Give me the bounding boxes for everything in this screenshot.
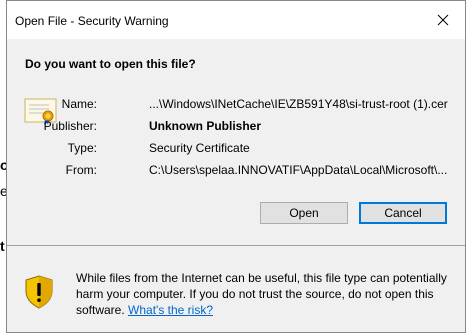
field-label: Type: — [67, 141, 97, 155]
close-button[interactable] — [421, 1, 465, 39]
field-label: From: — [65, 163, 97, 177]
cancel-button[interactable]: Cancel — [359, 202, 447, 224]
warning-message: While files from the Internet can be use… — [76, 270, 458, 318]
warning-shield-icon — [25, 275, 53, 309]
from-value: C:\Users\spelaa.INNOVATIF\AppData\Local\… — [149, 163, 448, 177]
dialog-title: Open File - Security Warning — [15, 14, 169, 28]
close-icon — [437, 14, 449, 26]
dialog-heading: Do you want to open this file? — [25, 57, 196, 71]
background-fragment: t — [0, 238, 5, 254]
type-value: Security Certificate — [149, 141, 250, 155]
title-bar: Open File - Security Warning — [7, 1, 465, 39]
risk-link[interactable]: What's the risk? — [128, 303, 213, 317]
security-warning-dialog: Open File - Security Warning Do you want… — [6, 0, 466, 333]
open-button[interactable]: Open — [260, 202, 348, 224]
field-label: Name: — [61, 97, 97, 111]
file-name-value: ...\Windows\INetCache\IE\ZB591Y48\si-tru… — [149, 97, 448, 111]
field-label: Publisher: — [43, 119, 97, 133]
divider — [7, 245, 465, 246]
publisher-value: Unknown Publisher — [149, 119, 262, 133]
